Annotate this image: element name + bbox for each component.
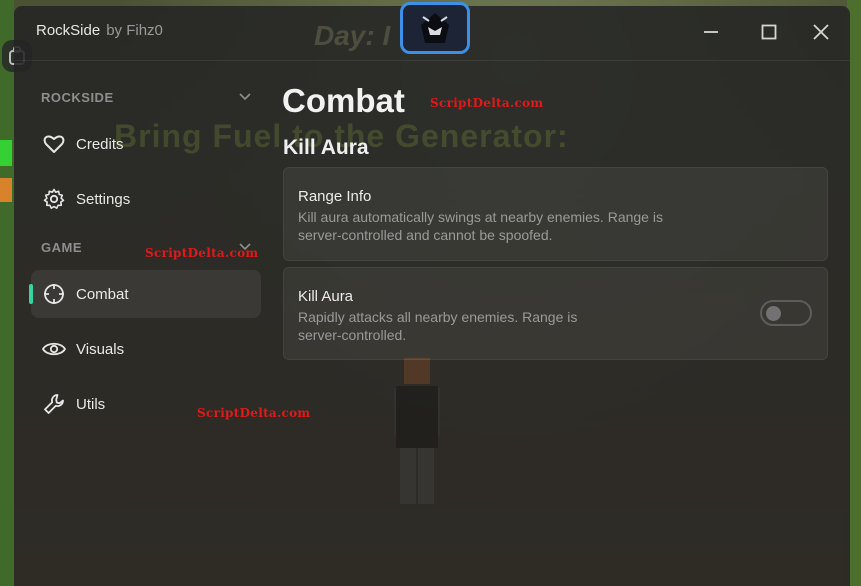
sidebar-item-visuals[interactable]: Visuals: [31, 325, 261, 373]
kill-aura-card[interactable]: Kill Aura Rapidly attacks all nearby ene…: [283, 267, 828, 360]
gear-icon: [42, 187, 66, 211]
app-name: RockSide: [36, 22, 101, 39]
sidebar-item-label: Credits: [76, 135, 124, 153]
card-title: Range Info: [298, 188, 372, 205]
hooded-figure-logo-icon: [421, 13, 449, 43]
sidebar-section-rockside[interactable]: ROCKSIDE: [41, 87, 251, 107]
card-description: Kill aura automatically swings at nearby…: [298, 208, 663, 244]
section-title: Kill Aura: [283, 136, 369, 159]
sidebar-item-combat[interactable]: Combat: [29, 270, 261, 318]
sidebar-item-utils[interactable]: Utils: [31, 380, 261, 428]
app-logo: [400, 2, 470, 54]
active-indicator: [29, 284, 33, 304]
app-author: by Fihz0: [106, 22, 163, 39]
heart-icon: [42, 132, 66, 156]
chevron-down-icon: [239, 93, 251, 101]
close-icon: [813, 24, 829, 40]
card-description-line: server-controlled.: [298, 327, 407, 343]
game-left-edge: [0, 0, 14, 586]
card-description: Rapidly attacks all nearby enemies. Rang…: [298, 308, 577, 344]
watermark-text: ScriptDelta.com: [197, 406, 311, 420]
card-title: Kill Aura: [298, 288, 354, 305]
game-health-bar: [0, 140, 12, 166]
rockside-window: Day: I Bring Fuel to the Generator: Rock…: [14, 2, 850, 586]
card-description-line: Kill aura automatically swings at nearby…: [298, 209, 663, 225]
game-character: [394, 358, 440, 504]
sidebar-item-settings[interactable]: Settings: [31, 175, 261, 223]
eye-icon: [42, 337, 66, 361]
card-description-line: Rapidly attacks all nearby enemies. Rang…: [298, 309, 578, 325]
minimize-icon: [704, 31, 718, 33]
close-button[interactable]: [809, 20, 833, 44]
wrench-icon: [42, 392, 66, 416]
section-header-label: GAME: [41, 239, 82, 255]
game-stamina-bar: [0, 178, 12, 202]
range-info-card: Range Info Kill aura automatically swing…: [283, 167, 828, 261]
sidebar-item-label: Combat: [76, 285, 129, 303]
page-title: Combat: [282, 82, 405, 119]
kill-aura-toggle[interactable]: [760, 300, 812, 326]
sidebar-item-label: Settings: [76, 190, 131, 208]
sidebar-item-label: Visuals: [76, 340, 125, 358]
app-title: RockSide by Fihz0: [36, 22, 163, 39]
minimize-button[interactable]: [699, 20, 723, 44]
crosshair-icon: [42, 282, 66, 306]
watermark-text: ScriptDelta.com: [145, 246, 259, 260]
toggle-knob: [766, 306, 781, 321]
watermark-text: ScriptDelta.com: [430, 96, 544, 110]
maximize-button[interactable]: [757, 20, 781, 44]
sidebar-item-label: Utils: [76, 395, 106, 413]
card-description-line: server-controlled and cannot be spoofed.: [298, 227, 553, 243]
maximize-icon: [761, 24, 777, 40]
section-header-label: ROCKSIDE: [41, 89, 114, 105]
title-bar[interactable]: RockSide by Fihz0: [14, 2, 850, 61]
sidebar-item-credits[interactable]: Credits: [31, 120, 261, 168]
